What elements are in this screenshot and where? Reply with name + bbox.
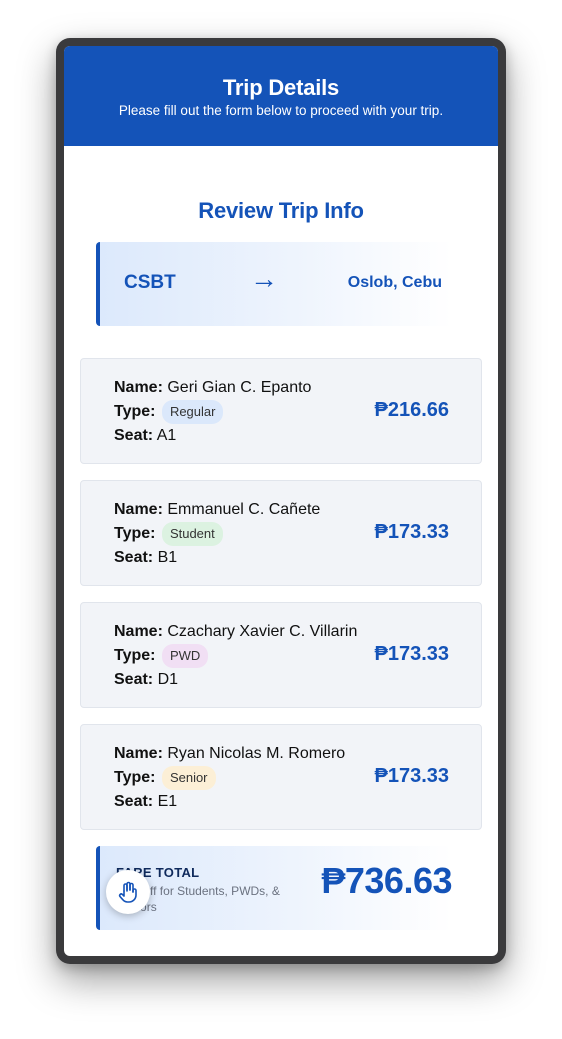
page-subtitle: Please fill out the form below to procee…	[118, 103, 444, 118]
hand-button[interactable]	[106, 870, 150, 914]
route-origin: CSBT	[124, 272, 176, 293]
route-destination: Oslob, Cebu	[347, 274, 442, 291]
passenger-card: Name: Ryan Nicolas M. Romero Type: Senio…	[80, 724, 482, 830]
seat-label: Seat:	[114, 549, 154, 566]
passenger-name-row: Name: Emmanuel C. Cañete	[114, 498, 320, 522]
passenger-price: ₱173.33	[374, 521, 449, 543]
passenger-type-badge: Student	[161, 522, 223, 546]
hand-icon	[118, 881, 137, 903]
type-label: Type:	[114, 525, 156, 543]
seat-label: Seat:	[114, 671, 154, 688]
passenger-name-row: Name: Ryan Nicolas M. Romero	[114, 742, 345, 766]
passenger-price: ₱173.33	[374, 643, 449, 665]
type-label: Type:	[114, 403, 156, 421]
passenger-name: Geri Gian C. Epanto	[167, 379, 312, 396]
type-label: Type:	[114, 769, 156, 787]
app-screen: Trip Details Please fill out the form be…	[64, 46, 498, 956]
seat-label: Seat:	[114, 427, 154, 444]
device-frame: Trip Details Please fill out the form be…	[56, 38, 506, 964]
passenger-seat: B1	[157, 549, 178, 566]
passenger-name: Czachary Xavier C. Villarin	[167, 623, 358, 640]
passenger-card: Name: Czachary Xavier C. Villarin Type: …	[80, 602, 482, 708]
passenger-name-row: Name: Czachary Xavier C. Villarin	[114, 620, 357, 644]
passenger-seat: D1	[157, 671, 179, 688]
seat-label: Seat:	[114, 793, 154, 810]
passenger-seat: A1	[156, 427, 177, 444]
passenger-name: Emmanuel C. Cañete	[167, 501, 321, 518]
passenger-type-badge: Senior	[161, 766, 216, 790]
arrow-right-icon: →	[250, 263, 278, 294]
passenger-seat-row: Seat: B1	[114, 546, 320, 570]
name-label: Name:	[114, 379, 163, 396]
passenger-name: Ryan Nicolas M. Romero	[167, 745, 346, 762]
passenger-seat-row: Seat: A1	[114, 424, 311, 448]
passenger-name-row: Name: Geri Gian C. Epanto	[114, 376, 311, 400]
passenger-type-badge: Regular	[161, 400, 224, 424]
passenger-card: Name: Geri Gian C. Epanto Type: Regular …	[80, 358, 482, 464]
passenger-price: ₱216.66	[374, 399, 449, 421]
passenger-seat-row: Seat: E1	[114, 790, 345, 814]
name-label: Name:	[114, 623, 163, 640]
route-card: CSBT → Oslob, Cebu	[96, 242, 452, 326]
name-label: Name:	[114, 745, 163, 762]
passenger-type-row: Type: Regular	[114, 400, 311, 424]
passenger-type-badge: PWD	[161, 644, 209, 668]
passenger-type-row: Type: Student	[114, 522, 320, 546]
passenger-seat: E1	[157, 793, 178, 810]
passenger-seat-row: Seat: D1	[114, 668, 357, 692]
passenger-card: Name: Emmanuel C. Cañete Type: Student S…	[80, 480, 482, 586]
review-title: Review Trip Info	[198, 198, 364, 223]
page-title: Trip Details	[222, 75, 340, 100]
fare-total-amount: ₱736.63	[321, 860, 452, 901]
page-header: Trip Details Please fill out the form be…	[64, 46, 498, 146]
passenger-price: ₱173.33	[374, 765, 449, 787]
name-label: Name:	[114, 501, 163, 518]
passenger-type-row: Type: Senior	[114, 766, 345, 790]
type-label: Type:	[114, 647, 156, 665]
passenger-type-row: Type: PWD	[114, 644, 357, 668]
